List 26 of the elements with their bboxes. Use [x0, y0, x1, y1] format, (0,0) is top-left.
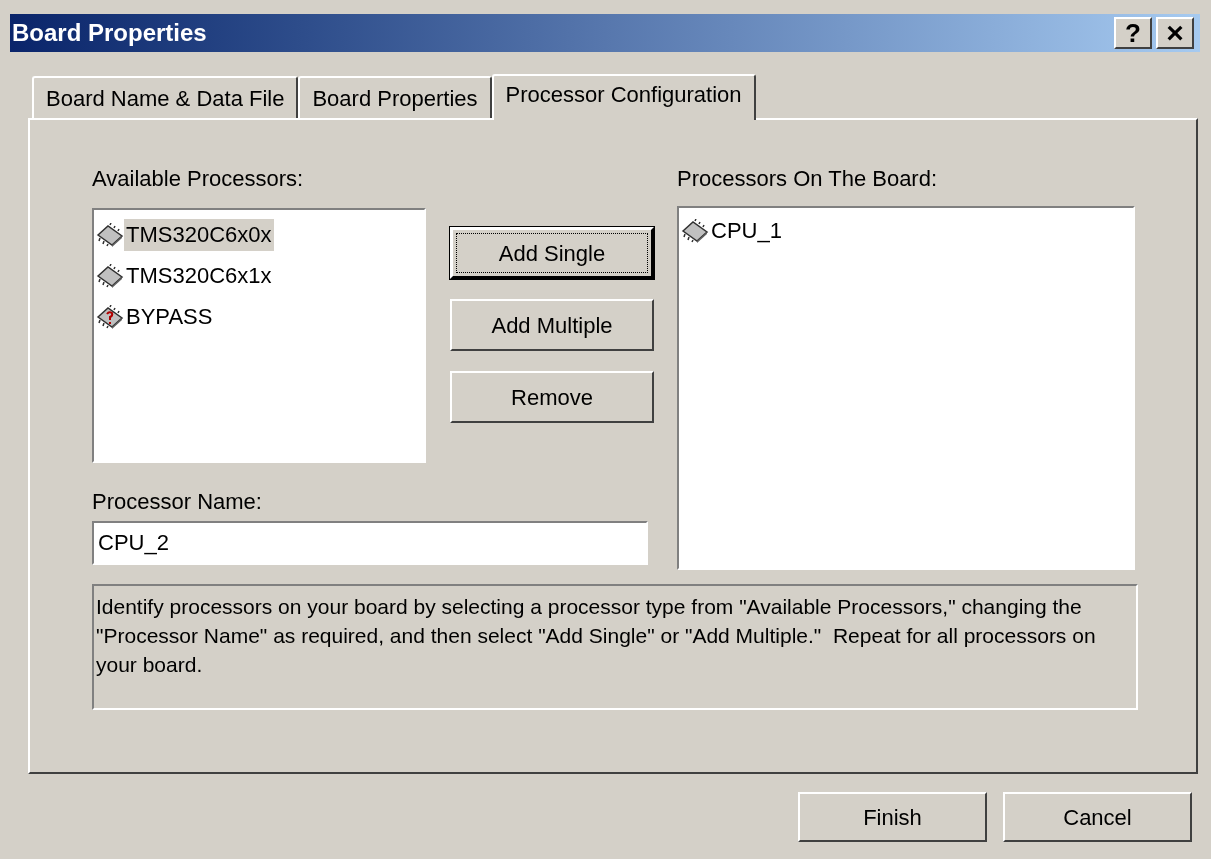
instructions-text: Identify processors on your board by selecting a processor type from "Available Processors," changing the "Processor Name" as required, and then select "Add Single" or "Add Multiple." Repeat for all processors on your board. — [92, 584, 1138, 710]
chip-icon — [96, 263, 124, 288]
available-processors-list[interactable]: TMS320C6x0x TMS320C6x1x BYPASS — [92, 208, 426, 463]
tab[interactable]: Board Properties — [298, 76, 492, 118]
field-label: Processor Name: — [92, 488, 263, 516]
action-button[interactable]: Remove — [450, 371, 654, 423]
help-button[interactable]: ? — [1114, 17, 1152, 49]
processor-name-field[interactable]: CPU_2 — [92, 521, 648, 565]
tab[interactable]: Processor Configuration — [491, 74, 756, 120]
field-label: Available Processors: — [92, 165, 305, 193]
dialog-button[interactable]: Finish — [798, 792, 987, 842]
dialog-button[interactable]: Cancel — [1003, 792, 1192, 842]
close-button[interactable]: × — [1156, 17, 1194, 49]
board-processors-list[interactable]: CPU_1 — [677, 206, 1135, 570]
unknown-chip-icon — [96, 304, 124, 329]
action-button[interactable]: Add Single — [450, 227, 654, 279]
processor-item[interactable]: BYPASS — [124, 300, 215, 333]
action-button[interactable]: Add Multiple — [450, 299, 654, 351]
processor-item[interactable]: TMS320C6x0x — [124, 218, 274, 251]
tab[interactable]: Board Name & Data File — [32, 76, 299, 118]
window-title: Board Properties — [12, 18, 208, 48]
processor-item[interactable]: CPU_1 — [709, 214, 784, 247]
chip-icon — [681, 218, 709, 243]
chip-icon — [96, 222, 124, 247]
processor-item[interactable]: TMS320C6x1x — [124, 259, 274, 292]
field-label: Processors On The Board: — [677, 165, 939, 193]
